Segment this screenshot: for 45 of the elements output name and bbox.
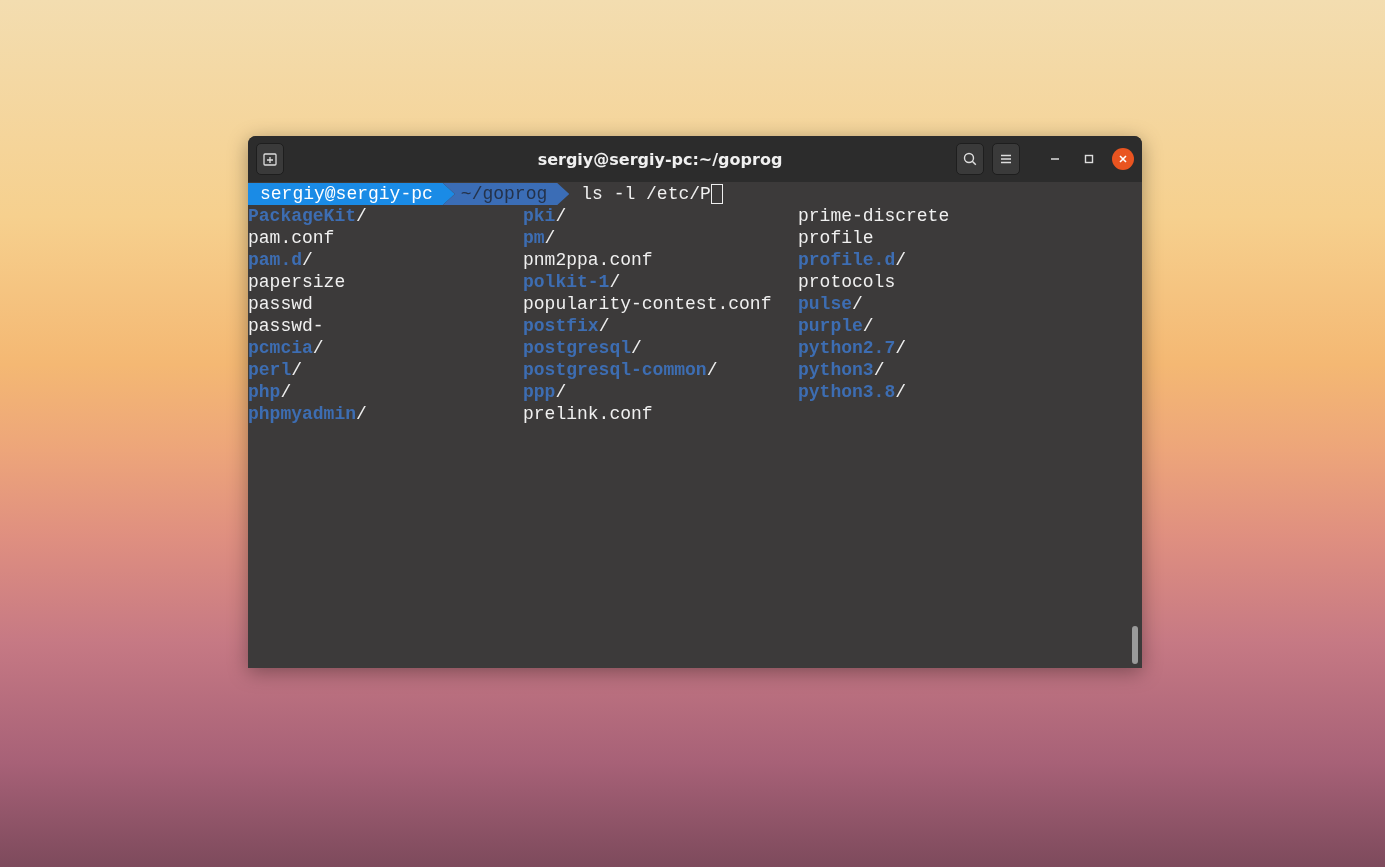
directory-entry: pam.d/ <box>248 249 314 271</box>
new-tab-icon <box>262 151 278 167</box>
file-entry: profile <box>798 227 875 249</box>
prompt-path: ~/goprog <box>442 183 570 205</box>
search-button[interactable] <box>956 143 984 175</box>
menu-button[interactable] <box>992 143 1020 175</box>
directory-entry: pki/ <box>523 205 568 227</box>
scrollbar-thumb[interactable] <box>1132 626 1138 664</box>
maximize-icon <box>1084 154 1094 164</box>
directory-entry: perl/ <box>248 359 304 381</box>
directory-entry: pcmcia/ <box>248 337 325 359</box>
file-entry: pam.conf <box>248 227 336 249</box>
directory-entry: polkit-1/ <box>523 271 622 293</box>
directory-entry: postfix/ <box>523 315 611 337</box>
directory-entry: python2.7/ <box>798 337 908 359</box>
menu-icon <box>999 153 1013 165</box>
directory-entry: postgresql/ <box>523 337 643 359</box>
directory-entry: purple/ <box>798 315 875 337</box>
directory-entry: ppp/ <box>523 381 568 403</box>
file-entry: passwd- <box>248 315 325 337</box>
directory-entry: pm/ <box>523 227 557 249</box>
text-cursor <box>710 184 723 204</box>
directory-entry: phpmyadmin/ <box>248 403 368 425</box>
file-entry: passwd <box>248 293 314 315</box>
close-button[interactable] <box>1112 148 1134 170</box>
file-entry: protocols <box>798 271 897 293</box>
new-tab-button[interactable] <box>256 143 284 175</box>
close-icon <box>1118 154 1128 164</box>
file-entry: papersize <box>248 271 347 293</box>
prompt-user-host: sergiy@sergiy-pc <box>248 183 455 205</box>
file-entry: prelink.conf <box>523 403 654 425</box>
directory-entry: python3/ <box>798 359 886 381</box>
file-entry: popularity-contest.conf <box>523 293 773 315</box>
directory-entry: postgresql-common/ <box>523 359 719 381</box>
directory-entry: profile.d/ <box>798 249 908 271</box>
command-text: ls -l /etc/P <box>581 183 711 205</box>
file-entry: prime-discrete <box>798 205 951 227</box>
minimize-icon <box>1050 158 1060 160</box>
directory-entry: php/ <box>248 381 293 403</box>
directory-entry: PackageKit/ <box>248 205 368 227</box>
directory-entry: python3.8/ <box>798 381 908 403</box>
window-title: sergiy@sergiy-pc:~/goprog <box>536 149 784 169</box>
directory-entry: pulse/ <box>798 293 864 315</box>
file-entry: pnm2ppa.conf <box>523 249 654 271</box>
search-icon <box>962 151 978 167</box>
